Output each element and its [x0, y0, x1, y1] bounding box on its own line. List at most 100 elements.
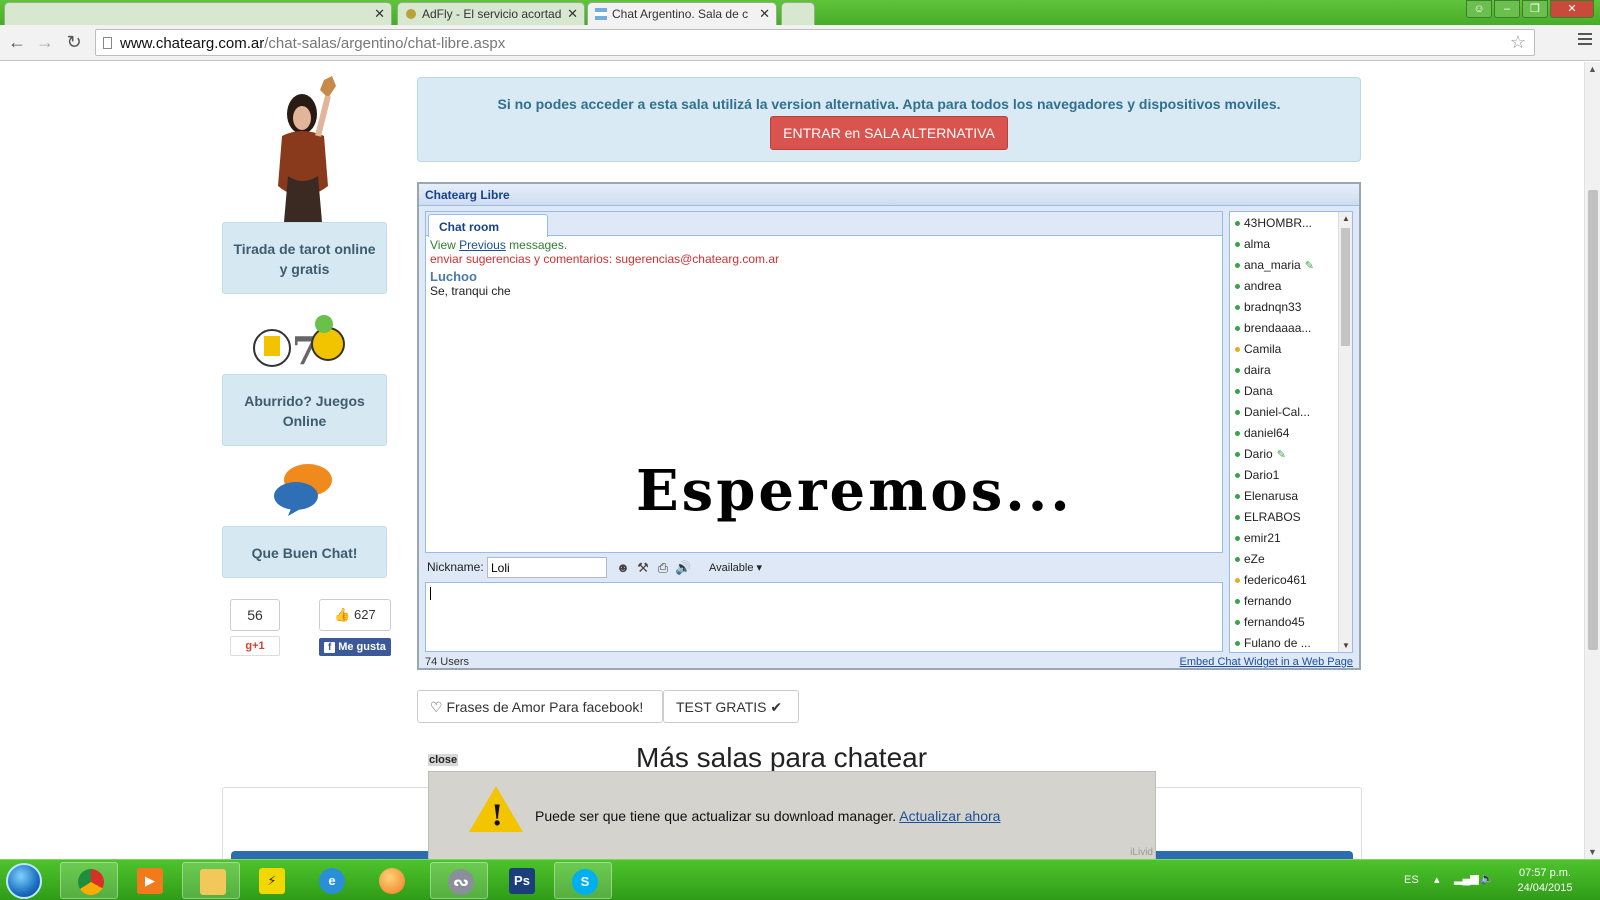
close-icon[interactable]: ✕ [374, 6, 385, 22]
menu-icon[interactable] [1578, 33, 1592, 48]
frases-de-amor-button[interactable]: ♡ Frases de Amor Para facebook! [417, 690, 663, 723]
user-name: Camila [1244, 342, 1282, 356]
close-icon[interactable]: ✕ [759, 6, 770, 22]
user-list-item[interactable]: andrea [1230, 275, 1352, 296]
language-indicator[interactable]: ES [1404, 874, 1419, 886]
user-list-item[interactable]: Dario ✎ [1230, 443, 1352, 464]
user-list-item[interactable]: Daniel-Cal... [1230, 401, 1352, 422]
update-now-link[interactable]: Actualizar ahora [899, 808, 1000, 824]
scroll-down-icon[interactable]: ▼ [1588, 847, 1597, 857]
volume-icon[interactable]: 🔈 [1480, 872, 1494, 885]
new-tab-button[interactable] [781, 2, 815, 25]
scroll-up-icon[interactable]: ▲ [1588, 64, 1597, 74]
user-list-item[interactable]: Dario1 [1230, 464, 1352, 485]
chat-widget: Chatearg Libre Chat room View Previous m… [417, 182, 1361, 670]
taskbar-app-4[interactable]: ⚡ [242, 862, 300, 899]
facebook-like-button[interactable]: f Me gusta [319, 638, 391, 656]
taskbar-media-player[interactable]: ▶ [120, 862, 178, 899]
clock[interactable]: 07:57 p.m. 24/04/2015 [1510, 866, 1580, 896]
tray-expand-icon[interactable]: ▴ [1434, 873, 1440, 886]
user-list-scrollbar[interactable]: ▲ ▼ [1338, 212, 1352, 652]
message-input[interactable] [425, 582, 1223, 652]
user-list-item[interactable]: eZe [1230, 548, 1352, 569]
user-list-item[interactable]: Elenarusa [1230, 485, 1352, 506]
user-list-item[interactable]: emir21 [1230, 527, 1352, 548]
window-controls: ☺ – ❐ ✕ [1466, 0, 1594, 18]
close-icon[interactable]: ✕ [567, 6, 578, 22]
user-list-item[interactable]: daniel64 [1230, 422, 1352, 443]
taskbar-app-7[interactable]: ᔓ [430, 862, 488, 899]
taskbar-skype[interactable]: S [554, 862, 612, 899]
games-link[interactable]: Aburrido? Juegos Online [222, 374, 387, 446]
scrollbar-thumb[interactable] [1341, 228, 1350, 346]
sound-icon[interactable]: 🔊 [675, 560, 691, 576]
maximize-button[interactable]: ❐ [1522, 0, 1548, 18]
gplus-button[interactable]: g+1 [230, 636, 280, 656]
user-list-item[interactable]: Dana [1230, 380, 1352, 401]
tools-icon[interactable]: ⚒ [635, 560, 651, 576]
taskbar-photoshop[interactable]: Ps [492, 862, 550, 899]
taskbar-ie[interactable]: e [302, 862, 360, 899]
user-status-dot-icon [1235, 284, 1240, 289]
network-icon[interactable]: ▂▄▆ [1454, 872, 1479, 885]
test-gratis-button[interactable]: TEST GRATIS ✔ [663, 690, 799, 723]
emoticon-icon[interactable]: ☻ [615, 560, 631, 576]
forward-arrow-icon[interactable]: → [34, 31, 56, 53]
tab-chat-room[interactable]: Chat room [428, 214, 548, 237]
user-list-item[interactable]: brendaaaa... [1230, 317, 1352, 338]
message-text: Se, tranqui che [430, 284, 511, 298]
minimize-button[interactable]: – [1494, 0, 1520, 18]
taskbar-explorer[interactable] [182, 862, 240, 899]
view-previous-link[interactable]: Previous [459, 238, 506, 252]
scroll-up-icon[interactable]: ▲ [1342, 214, 1350, 223]
page-scrollbar[interactable]: ▲ ▼ [1584, 62, 1600, 859]
enter-alternative-room-button[interactable]: ENTRAR en SALA ALTERNATIVA [770, 116, 1008, 150]
user-status-dot-icon [1235, 452, 1240, 457]
user-name: daira [1244, 363, 1271, 377]
user-list-item[interactable]: ELRABOS [1230, 506, 1352, 527]
print-icon[interactable]: ⎙ [655, 560, 671, 576]
user-list-item[interactable]: fernando45 [1230, 611, 1352, 632]
user-list-item[interactable]: fernando [1230, 590, 1352, 611]
gplus-count: 56 [230, 599, 280, 631]
user-list-item[interactable]: Fulano de ... [1230, 632, 1352, 652]
bookmark-star-icon[interactable]: ☆ [1510, 32, 1526, 53]
status-dropdown[interactable]: Available ▾ [709, 561, 762, 574]
clock-date: 24/04/2015 [1517, 882, 1573, 894]
user-list-item[interactable]: daira [1230, 359, 1352, 380]
user-list-item[interactable]: Camila [1230, 338, 1352, 359]
tarot-link[interactable]: Tirada de tarot online y gratis [222, 222, 387, 294]
tab-blank[interactable]: ✕ [4, 2, 392, 25]
taskbar-chrome[interactable] [60, 862, 118, 899]
user-name: Dario [1244, 447, 1273, 461]
facebook-icon: f [324, 642, 336, 653]
user-status-dot-icon [1235, 578, 1240, 583]
nickname-input[interactable] [487, 557, 607, 578]
scroll-down-icon[interactable]: ▼ [1342, 641, 1350, 650]
user-status-dot-icon [1235, 620, 1240, 625]
user-status-dot-icon [1235, 305, 1240, 310]
close-popup-button[interactable]: close [428, 754, 459, 766]
user-status-dot-icon [1235, 536, 1240, 541]
address-bar[interactable]: www.chatearg.com.ar/chat-salas/argentino… [95, 29, 1535, 56]
reload-icon[interactable]: ↻ [63, 31, 85, 53]
user-list-item[interactable]: alma [1230, 233, 1352, 254]
user-status-dot-icon [1235, 389, 1240, 394]
tab-chat-argentino[interactable]: Chat Argentino. Sala de c ✕ [587, 2, 777, 25]
start-button[interactable] [6, 863, 42, 899]
close-window-button[interactable]: ✕ [1550, 0, 1594, 18]
user-list-item[interactable]: ana_maria ✎ [1230, 254, 1352, 275]
tab-adfly[interactable]: AdFly - El servicio acortad ✕ [397, 2, 585, 25]
scrollbar-thumb[interactable] [1588, 190, 1598, 650]
download-text: Puede ser que tiene que actualizar su do… [535, 808, 897, 824]
user-list-item[interactable]: bradnqn33 [1230, 296, 1352, 317]
user-icon[interactable]: ☺ [1466, 0, 1492, 18]
embed-widget-link[interactable]: Embed Chat Widget in a Web Page [1180, 656, 1353, 668]
clock-time: 07:57 p.m. [1519, 867, 1571, 879]
que-buen-chat-link[interactable]: Que Buen Chat! [222, 526, 387, 578]
user-name: Fulano de ... [1244, 636, 1311, 650]
back-arrow-icon[interactable]: ← [6, 31, 28, 53]
user-list-item[interactable]: federico461 [1230, 569, 1352, 590]
user-list-item[interactable]: 43HOMBR... [1230, 212, 1352, 233]
taskbar-app-6[interactable] [362, 862, 420, 899]
